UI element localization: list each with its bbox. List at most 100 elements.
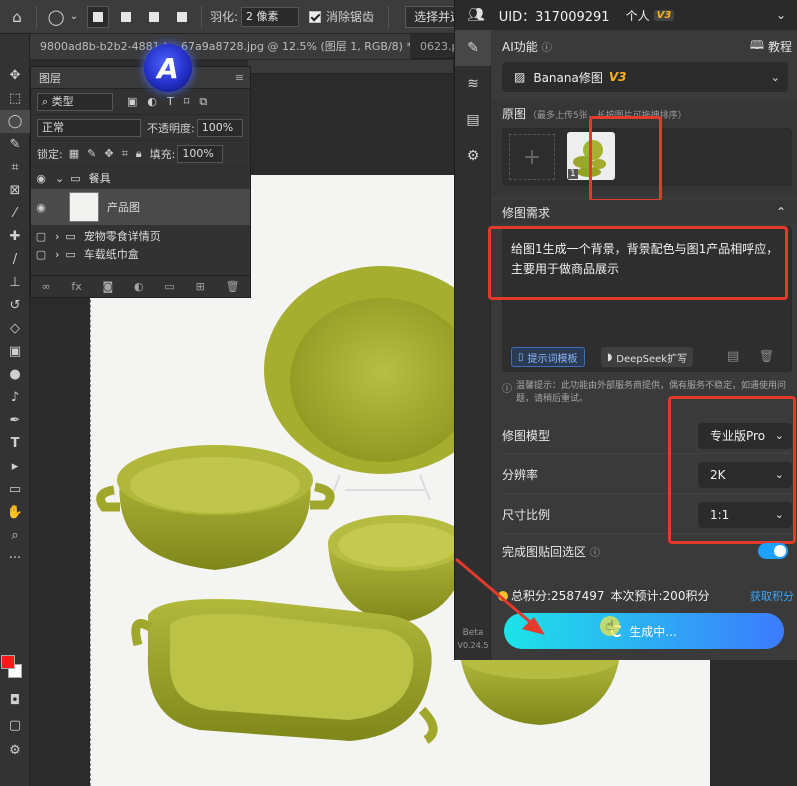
frame-tool-icon[interactable]: ⊠ [0, 179, 30, 202]
layer-kind-filter[interactable]: ⌕ 类型 [37, 92, 113, 111]
tutorial-link[interactable]: 教程 [768, 38, 792, 55]
screen-mode-icon[interactable]: ▢ [0, 714, 30, 737]
visibility-box-icon[interactable]: ▢ [31, 248, 51, 261]
hand-tool-icon[interactable]: ✋ [0, 501, 30, 524]
trash-icon[interactable]: 🗑︎ [759, 349, 774, 363]
mask-icon[interactable]: ◙ [103, 280, 114, 293]
model-row-label: 修图模型 [502, 429, 551, 443]
expand-chevron-icon[interactable]: › [55, 248, 59, 261]
collapse-chevron-icon[interactable]: ⌄ [776, 8, 786, 22]
divider [388, 5, 390, 28]
gradient-tool-icon[interactable]: ▣ [0, 340, 30, 363]
visibility-box-icon[interactable]: ▢ [31, 230, 51, 243]
layer-row-selected[interactable]: ◉ 产品图 [31, 189, 250, 225]
move-tool-icon[interactable]: ✥ [0, 64, 30, 87]
fx-icon[interactable]: fx [71, 280, 81, 293]
marquee-tool-icon[interactable]: ⬚ [0, 87, 30, 110]
home-icon[interactable]: ⌂ [6, 6, 28, 28]
stamp-tool-icon[interactable]: ⊥ [0, 271, 30, 294]
panel-menu-icon[interactable]: ≡ [235, 71, 244, 84]
lock-transparent-icon[interactable]: ▦ [69, 147, 79, 160]
gear-icon[interactable]: ⚙ [455, 138, 491, 174]
blur-tool-icon[interactable]: ● [0, 363, 30, 386]
info-icon[interactable]: ⓘ [542, 39, 552, 54]
filter-shape-icon[interactable]: ⌑ [184, 95, 190, 108]
filter-pixel-icon[interactable]: ▣ [127, 95, 137, 108]
fill-input[interactable]: 100% [177, 144, 224, 163]
antialias-checkbox[interactable] [309, 10, 322, 23]
dodge-tool-icon[interactable]: ♪ [0, 386, 30, 409]
arrow-line [455, 557, 537, 629]
whale-icon: ◗ [607, 351, 613, 363]
chevron-down-icon[interactable]: ⌄ [67, 6, 81, 28]
tab-document-1[interactable]: 9800ad8b-b2b2-4881-b...67a9a8728.jpg @ 1… [30, 34, 410, 59]
prompt-template-button[interactable]: ▯ 提示词模板 [511, 347, 585, 367]
foreground-color-swatch[interactable] [1, 655, 15, 669]
info-icon[interactable]: ⓘ [590, 544, 600, 559]
pen-tool-icon[interactable]: ✒ [0, 409, 30, 432]
document-icon[interactable]: ▤ [455, 102, 491, 138]
lock-position-icon[interactable]: ✥ [104, 147, 113, 160]
history-brush-icon[interactable]: ↺ [0, 294, 30, 317]
toggle-knob [774, 545, 786, 557]
eyedropper-icon[interactable]: ⁄ [0, 202, 30, 225]
new-group-icon[interactable]: ▭ [164, 280, 174, 293]
account-badge: V3 [653, 9, 675, 21]
model-version: V3 [608, 70, 627, 84]
new-selection-button[interactable] [87, 5, 109, 28]
paste-back-toggle[interactable] [758, 543, 788, 559]
type-tool-icon[interactable]: T [0, 432, 30, 455]
layers-filter-row: ⌕ 类型 ▣ ◐ T ⌑ ⧉ [31, 89, 250, 115]
eraser-icon[interactable]: ◇ [0, 317, 30, 340]
plugin-logo: A [144, 44, 192, 92]
casserole-handle-right [310, 482, 335, 510]
fill-label: 填充: [149, 147, 176, 161]
get-points-link[interactable]: 获取积分 [750, 588, 794, 604]
lock-artboard-icon[interactable]: ⌗ [122, 147, 128, 161]
filter-adjust-icon[interactable]: ◐ [147, 95, 157, 108]
quick-mask-icon[interactable]: ◘ [0, 689, 30, 712]
new-layer-icon[interactable]: ⊞ [196, 280, 205, 293]
highlight-box [488, 226, 788, 300]
crop-tool-icon[interactable]: ⌗ [0, 156, 30, 179]
ai-function-select[interactable]: ▨ Banana修图 V3 ⌄ [502, 62, 788, 92]
brush-tool-icon[interactable]: / [0, 248, 30, 271]
visibility-eye-icon[interactable]: ◉ [31, 172, 51, 185]
intersect-selection-button[interactable] [171, 6, 193, 28]
quick-select-icon[interactable]: ✎ [0, 133, 30, 156]
blend-mode-select[interactable]: 正常 [37, 118, 141, 137]
layers-stack-icon[interactable]: ≋ [455, 66, 491, 102]
expand-chevron-icon[interactable]: ⌄ [55, 172, 64, 185]
expand-chevron-icon[interactable]: › [55, 230, 59, 243]
collapse-chevron-up-icon[interactable]: ⌃ [776, 205, 786, 219]
layer-group-row[interactable]: ▢ › ▭ 车载纸巾盒 [31, 247, 250, 262]
shape-tool-icon[interactable]: ▭ [0, 478, 30, 501]
lock-all-icon[interactable]: 🔒︎ [136, 147, 142, 161]
add-selection-button[interactable] [115, 6, 137, 28]
opacity-input[interactable]: 100% [196, 118, 243, 137]
layer-group-row[interactable]: ◉ ⌄ ▭ 餐具 [31, 167, 250, 189]
feather-input[interactable]: 2 像素 [241, 6, 300, 27]
more-tools-icon[interactable]: ··· [0, 547, 30, 570]
trash-icon[interactable]: 🗑︎ [226, 280, 240, 293]
filter-type-icon[interactable]: T [167, 95, 174, 108]
plugin-shortcut-icon[interactable]: ⚙ [0, 739, 30, 762]
adjustment-icon[interactable]: ◐ [134, 280, 144, 293]
deepseek-button[interactable]: ◗ DeepSeek扩写 [601, 347, 694, 367]
filter-smart-icon[interactable]: ⧉ [199, 95, 207, 109]
healing-brush-icon[interactable]: ✚ [0, 225, 30, 248]
visibility-eye-icon[interactable]: ◉ [31, 201, 51, 214]
lasso-tool-icon[interactable]: ◯ [45, 6, 67, 28]
link-icon[interactable]: ∞ [41, 280, 50, 293]
path-select-icon[interactable]: ▸ [0, 455, 30, 478]
zoom-tool-icon[interactable]: ⌕ [0, 524, 30, 547]
history-icon[interactable]: ▤ [727, 349, 739, 364]
edit-icon[interactable]: ✎ [455, 30, 491, 66]
layers-panel-header: 图层 ≡ [31, 67, 250, 89]
lasso-tool-icon[interactable]: ◯ [0, 110, 30, 133]
add-image-button[interactable]: + [509, 134, 555, 180]
subtract-selection-button[interactable] [143, 6, 165, 28]
layer-group-row[interactable]: ▢ › ▭ 宠物零食详情页 [31, 225, 250, 247]
lock-image-icon[interactable]: ✎ [87, 147, 96, 160]
deepseek-label: DeepSeek扩写 [616, 353, 688, 365]
